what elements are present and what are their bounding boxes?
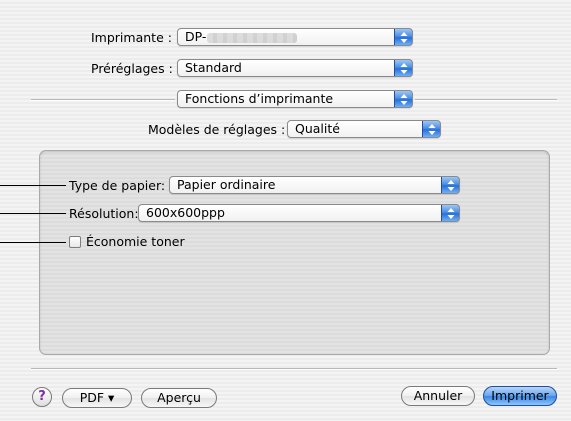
printer-label: Imprimante : [91,30,172,45]
settings-model-value: Qualité [295,121,340,136]
footer-separator [31,368,557,370]
resolution-label: Résolution: [69,206,139,221]
toner-saving-label[interactable]: Économie toner [86,234,185,249]
presets-label: Préréglages : [91,61,173,76]
pdf-button[interactable]: PDF ▾ [62,388,132,408]
paper-type-select[interactable]: Papier ordinaire [169,176,460,194]
panel-select[interactable]: Fonctions d’imprimante [177,90,413,108]
cancel-button[interactable]: Annuler [401,386,475,406]
callout-line-paper-type [0,185,66,186]
panel-select-value: Fonctions d’imprimante [185,91,334,106]
settings-model-label: Modèles de réglages : [148,122,286,137]
paper-type-value: Papier ordinaire [177,177,276,192]
printer-select[interactable]: DP- [177,28,413,46]
presets-value: Standard [185,60,242,75]
presets-select[interactable]: Standard [177,59,413,77]
select-arrows-icon [394,29,412,45]
select-arrows-icon [441,177,459,193]
toner-saving-checkbox[interactable] [69,236,81,248]
select-arrows-icon [441,205,459,221]
settings-model-select[interactable]: Qualité [287,120,441,138]
callout-line-toner [0,242,66,243]
printer-value: DP- [185,29,207,44]
select-arrows-icon [394,60,412,76]
callout-line-resolution [0,213,66,214]
select-arrows-icon [394,91,412,107]
help-button[interactable]: ? [32,387,52,407]
separator-right [415,99,557,101]
resolution-select[interactable]: 600x600ppp [138,204,460,222]
select-arrows-icon [422,121,440,137]
resolution-value: 600x600ppp [146,205,225,220]
redacted-printer-name [207,32,298,43]
print-button[interactable]: Imprimer [483,386,557,406]
paper-type-label: Type de papier: [69,178,166,193]
preview-button[interactable]: Aperçu [141,388,217,408]
separator-left [31,99,175,101]
